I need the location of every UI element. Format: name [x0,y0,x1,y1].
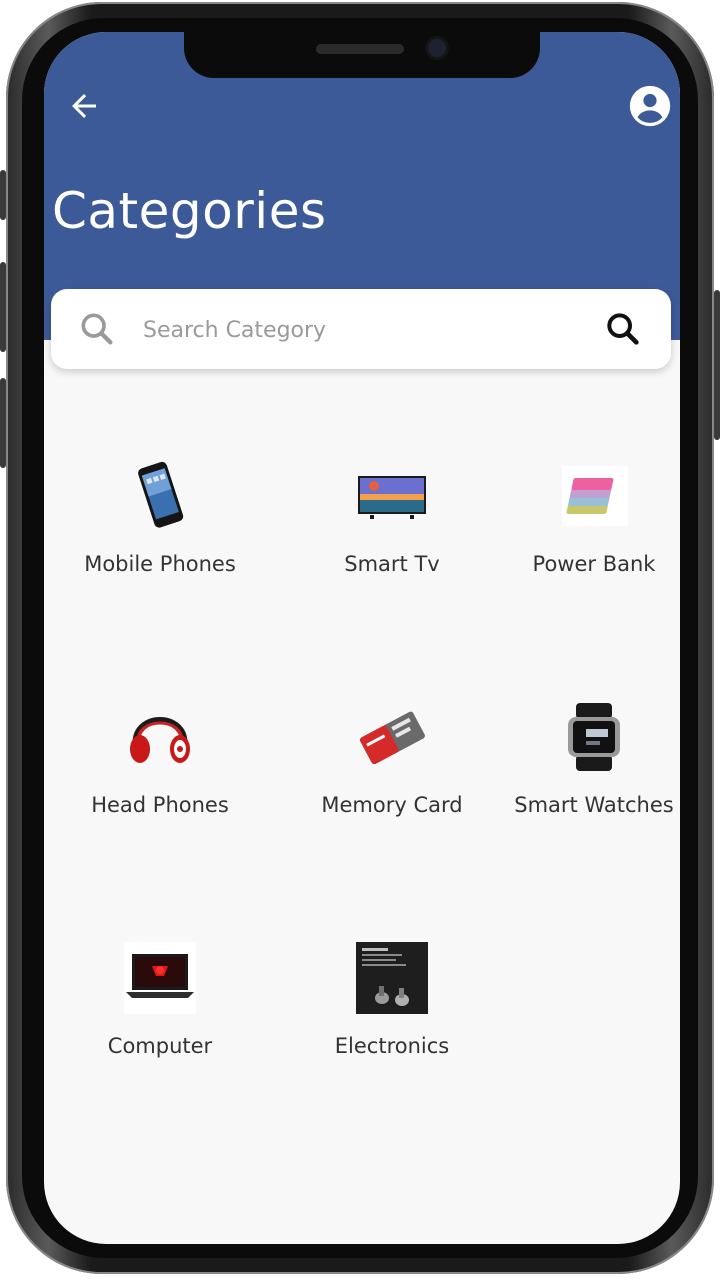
notch [184,32,540,78]
mute-switch [0,170,6,220]
search-icon [81,313,113,345]
category-computer[interactable]: Computer [44,934,276,1175]
category-label: Electronics [334,1034,450,1058]
search-input[interactable] [141,307,585,353]
search-submit-icon[interactable] [603,309,643,349]
category-power-bank[interactable]: Power Bank [508,452,680,693]
category-label: Mobile Phones [84,552,236,576]
category-label: Head Phones [91,793,229,817]
front-camera [428,39,446,57]
app-screen: Categories Search Category Mobile Phones… [44,32,680,1244]
category-electronics[interactable]: Electronics [276,934,508,1175]
category-head-phones[interactable]: Head Phones [44,693,276,934]
smart-watch-icon [556,699,632,775]
back-button[interactable] [64,86,104,126]
laptop-icon [122,940,198,1016]
memory-card-icon [354,699,430,775]
volume-down-button [0,378,6,468]
arrow-left-icon [72,94,96,118]
search-bar [51,289,671,369]
category-label: Smart Tv [344,552,440,576]
profile-button[interactable] [628,84,672,128]
category-smart-watches[interactable]: Smart Watches [508,693,680,934]
category-grid: Mobile Phones Smart Tv Power Bank Head P… [44,452,680,1175]
category-label: Smart Watches [514,793,674,817]
mobile-phone-icon [122,458,198,534]
category-label: Memory Card [321,793,463,817]
account-circle-icon [629,85,671,127]
electronics-box-icon [354,940,430,1016]
category-label: Computer [107,1034,213,1058]
headphones-icon [122,699,198,775]
power-bank-icon [556,458,632,534]
smart-tv-icon [354,458,430,534]
volume-up-button [0,262,6,352]
category-memory-card[interactable]: Memory Card [276,693,508,934]
earpiece-speaker [316,44,404,54]
category-label: Power Bank [532,552,656,576]
category-smart-tv[interactable]: Smart Tv [276,452,508,693]
power-button [714,290,720,440]
page-title: Categories [52,182,327,240]
category-mobile-phones[interactable]: Mobile Phones [44,452,276,693]
